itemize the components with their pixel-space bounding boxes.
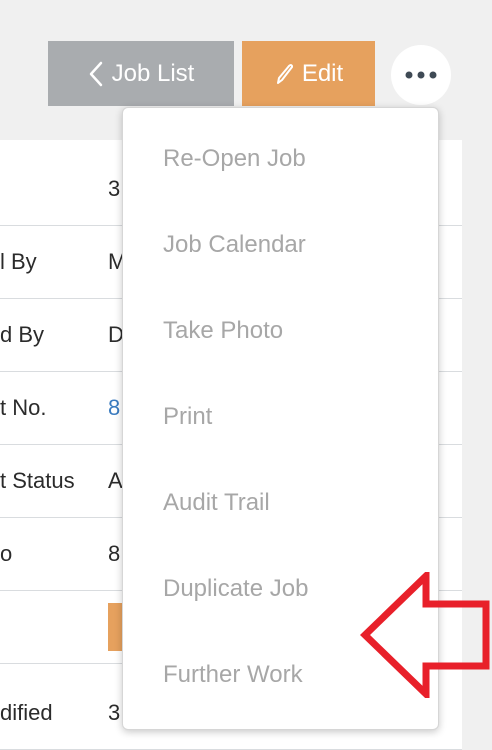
edit-button[interactable]: Edit bbox=[242, 41, 375, 106]
detail-row-value[interactable]: 8 bbox=[108, 372, 120, 444]
pencil-icon bbox=[274, 62, 294, 86]
menu-item-audit-trail[interactable]: Audit Trail bbox=[163, 489, 270, 517]
detail-row-label: t No. bbox=[0, 395, 47, 420]
arrow-left-outline-icon bbox=[359, 567, 492, 703]
job-list-label: Job List bbox=[111, 59, 195, 87]
detail-row-label: d By bbox=[0, 322, 45, 347]
detail-row-label: l By bbox=[0, 249, 37, 274]
menu-item-job-calendar[interactable]: Job Calendar bbox=[163, 231, 306, 259]
detail-row-label: dified bbox=[0, 700, 53, 725]
detail-row-value: 8 bbox=[108, 541, 121, 566]
detail-row-label: t Status bbox=[0, 468, 75, 493]
detail-row-value: 3 bbox=[108, 700, 121, 725]
edit-label: Edit bbox=[301, 59, 344, 87]
more-options-button[interactable] bbox=[391, 45, 451, 105]
job-list-button[interactable]: Job List bbox=[48, 41, 234, 106]
menu-item-take-photo[interactable]: Take Photo bbox=[163, 317, 283, 345]
detail-row-label: o bbox=[0, 541, 13, 566]
menu-item-duplicate-job[interactable]: Duplicate Job bbox=[163, 575, 308, 603]
more-horizontal-icon bbox=[405, 66, 437, 84]
detail-row-value: A bbox=[108, 468, 123, 493]
chevron-left-icon bbox=[88, 61, 104, 87]
menu-item-print[interactable]: Print bbox=[163, 403, 212, 431]
detail-row-value: 3 bbox=[108, 176, 121, 201]
menu-item-further-work[interactable]: Further Work bbox=[163, 661, 303, 689]
menu-item-re-open-job[interactable]: Re-Open Job bbox=[163, 145, 306, 173]
